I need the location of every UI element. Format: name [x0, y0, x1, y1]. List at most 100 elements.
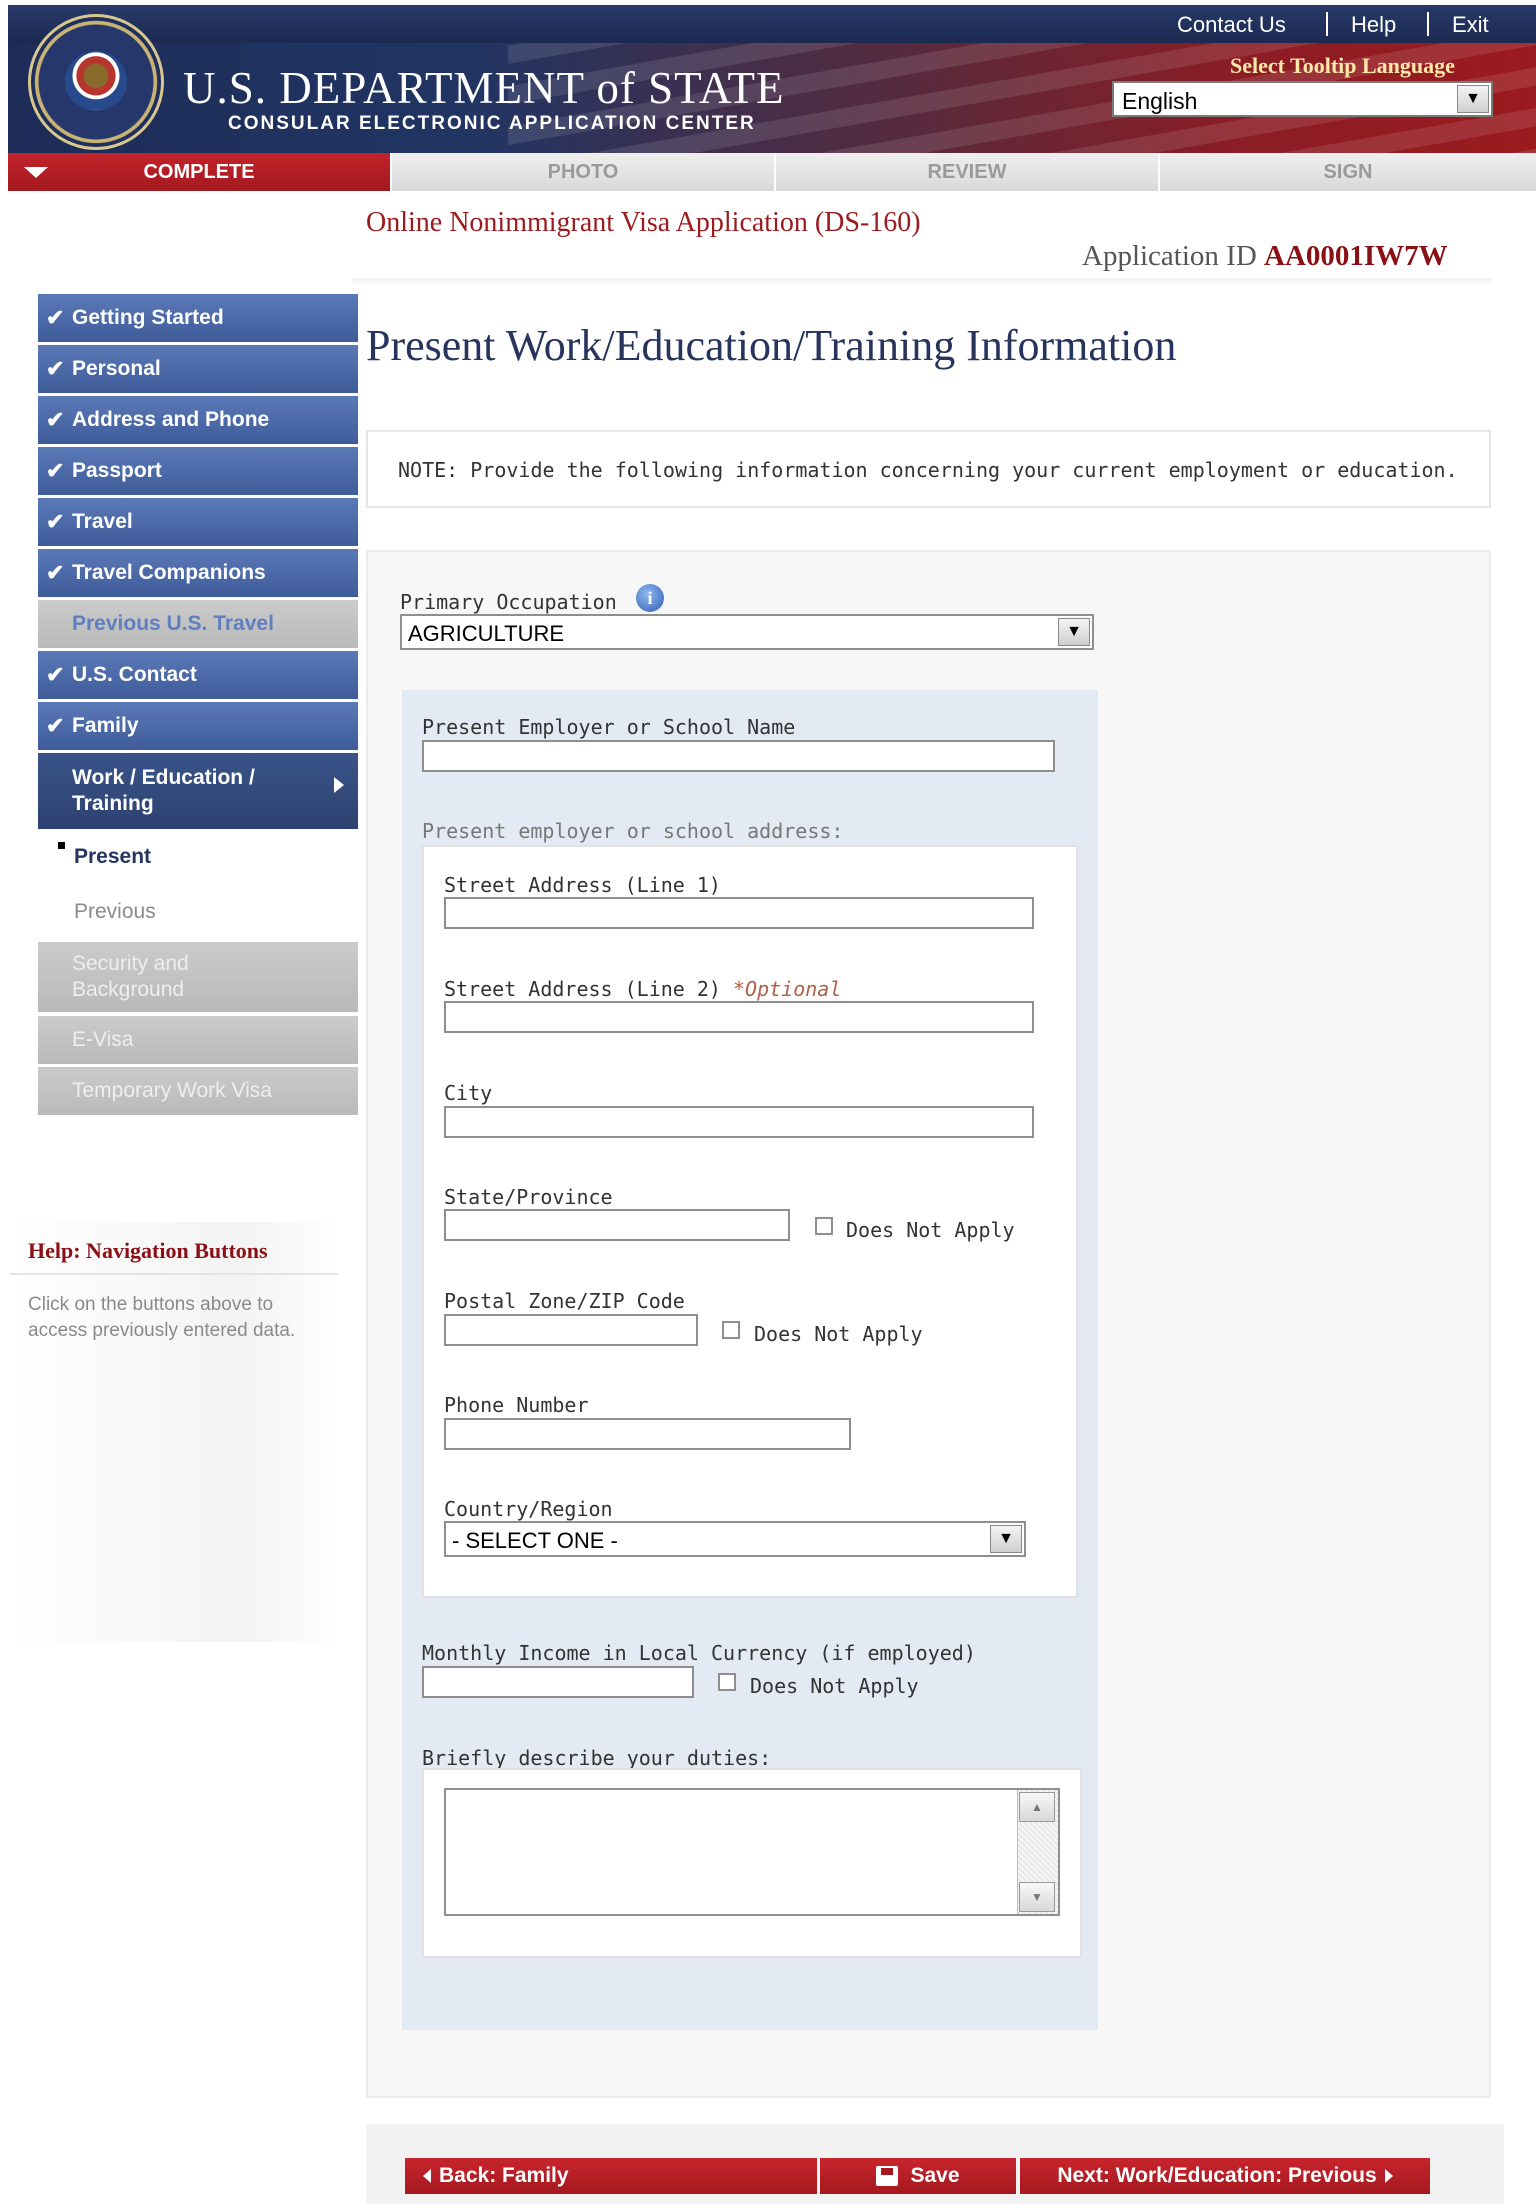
street-line2-label: Street Address (Line 2) *Optional	[444, 977, 841, 1001]
sidebar-item-e-visa: E-Visa	[38, 1016, 358, 1066]
check-icon: ✔	[46, 509, 65, 534]
exit-link[interactable]: Exit	[1452, 12, 1489, 38]
sidebar-item-personal[interactable]: ✔ Personal	[38, 345, 358, 395]
employer-name-label: Present Employer or School Name	[422, 715, 796, 739]
address-heading: Present employer or school address:	[422, 819, 844, 843]
next-button-label: Next: Work/Education: Previous	[1057, 2164, 1377, 2187]
sidebar-subitem-previous[interactable]: Previous	[74, 900, 156, 924]
check-icon: ✔	[46, 407, 65, 432]
back-button-label: Back: Family	[439, 2164, 569, 2187]
primary-occupation-label: Primary Occupation	[400, 590, 617, 614]
bullet-icon	[58, 842, 65, 849]
check-icon: ✔	[46, 560, 65, 585]
save-button-label: Save	[910, 2164, 960, 2187]
sidebar-item-travel[interactable]: ✔ Travel	[38, 498, 358, 548]
sidebar-item-label: Getting Started	[72, 306, 224, 329]
divider	[10, 1273, 338, 1275]
step-photo[interactable]: PHOTO	[392, 153, 776, 191]
sidebar-subitem-present[interactable]: Present	[74, 845, 151, 869]
application-id-label: Application ID	[1082, 240, 1257, 272]
arrow-left-icon	[423, 2169, 431, 2184]
employer-name-input[interactable]	[422, 740, 1055, 772]
sidebar-item-work-education-training[interactable]: Work / Education / Training	[38, 753, 358, 829]
sidebar-item-family[interactable]: ✔ Family	[38, 702, 358, 752]
tooltip-language-select[interactable]: English ▼	[1112, 81, 1493, 117]
page-title: Present Work/Education/Training Informat…	[366, 321, 1177, 370]
state-province-input[interactable]	[444, 1209, 790, 1241]
sidebar-item-label: E-Visa	[72, 1028, 134, 1051]
department-title: U.S. DEPARTMENT of STATE	[183, 63, 785, 113]
sidebar-item-travel-companions[interactable]: ✔ Travel Companions	[38, 549, 358, 599]
primary-occupation-value: AGRICULTURE	[408, 621, 565, 646]
chevron-down-icon[interactable]: ▼	[1058, 618, 1090, 646]
country-region-select[interactable]: - SELECT ONE - ▼	[444, 1521, 1026, 1557]
step-sign[interactable]: SIGN	[1160, 153, 1536, 191]
street-line2-input[interactable]	[444, 1001, 1034, 1033]
link-separator	[1326, 12, 1328, 36]
city-label: City	[444, 1081, 493, 1105]
help-panel	[10, 1222, 340, 1642]
application-id: Application ID AA0001IW7W	[1082, 240, 1448, 273]
street-line1-input[interactable]	[444, 897, 1034, 929]
scroll-up-icon[interactable]: ▲	[1019, 1792, 1055, 1822]
step-complete[interactable]: COMPLETE	[8, 153, 392, 191]
chevron-down-icon[interactable]: ▼	[1457, 85, 1489, 113]
sidebar-item-label: Temporary Work Visa	[72, 1079, 272, 1102]
chevron-down-icon[interactable]: ▼	[990, 1525, 1022, 1553]
application-title: Online Nonimmigrant Visa Application (DS…	[366, 207, 921, 238]
check-icon: ✔	[46, 713, 65, 738]
step-review[interactable]: REVIEW	[776, 153, 1160, 191]
help-text: Click on the buttons above to access pre…	[28, 1294, 296, 1341]
primary-occupation-select[interactable]: AGRICULTURE ▼	[400, 614, 1094, 650]
help-link[interactable]: Help	[1351, 12, 1396, 38]
tooltip-language-value: English	[1122, 88, 1198, 114]
city-input[interactable]	[444, 1106, 1034, 1138]
back-button[interactable]: Back: Family	[405, 2158, 817, 2194]
postal-does-not-apply-label: Does Not Apply	[754, 1322, 923, 1346]
save-button[interactable]: Save	[820, 2158, 1016, 2194]
step-label: SIGN	[1323, 161, 1373, 183]
phone-number-input[interactable]	[444, 1418, 851, 1450]
caret-down-icon	[24, 167, 48, 178]
step-label: REVIEW	[927, 161, 1007, 183]
arrow-right-icon	[1384, 2169, 1393, 2184]
scroll-down-icon[interactable]: ▼	[1019, 1882, 1055, 1912]
monthly-income-input[interactable]	[422, 1666, 694, 1698]
street-line2-label-text: Street Address (Line 2)	[444, 977, 721, 1001]
check-icon: ✔	[46, 458, 65, 483]
department-subtitle: CONSULAR ELECTRONIC APPLICATION CENTER	[228, 113, 756, 134]
next-button[interactable]: Next: Work/Education: Previous	[1020, 2158, 1430, 2194]
income-does-not-apply-label: Does Not Apply	[750, 1674, 919, 1698]
postal-code-input[interactable]	[444, 1314, 698, 1346]
department-seal-logo	[28, 14, 164, 150]
caret-right-icon	[334, 777, 344, 793]
info-icon[interactable]: i	[636, 584, 664, 612]
sidebar-item-label: Previous U.S. Travel	[72, 612, 274, 635]
sidebar-item-passport[interactable]: ✔ Passport	[38, 447, 358, 497]
scrollbar[interactable]: ▲ ▼	[1017, 1790, 1058, 1914]
sidebar-item-label: Personal	[72, 357, 161, 380]
country-region-value: - SELECT ONE -	[452, 1528, 618, 1553]
postal-does-not-apply-checkbox[interactable]	[722, 1321, 740, 1339]
phone-number-label: Phone Number	[444, 1393, 589, 1417]
sidebar-item-address-and-phone[interactable]: ✔ Address and Phone	[38, 396, 358, 446]
state-does-not-apply-checkbox[interactable]	[815, 1217, 833, 1235]
sidebar-item-label: Family	[72, 714, 139, 737]
sidebar-item-label: Travel Companions	[72, 561, 266, 584]
note-box: NOTE: Provide the following information …	[366, 430, 1491, 508]
state-province-label: State/Province	[444, 1185, 613, 1209]
sidebar-item-label: Work / Education / Training	[72, 766, 255, 815]
monthly-income-label: Monthly Income in Local Currency (if emp…	[422, 1641, 976, 1665]
sidebar-item-getting-started[interactable]: ✔ Getting Started	[38, 294, 358, 344]
state-does-not-apply-label: Does Not Apply	[846, 1218, 1015, 1242]
sidebar-item-label: U.S. Contact	[72, 663, 197, 686]
progress-steps: COMPLETE PHOTO REVIEW SIGN	[8, 153, 1536, 191]
duties-textarea[interactable]: ▲ ▼	[444, 1788, 1060, 1916]
step-label: COMPLETE	[143, 161, 255, 183]
sidebar-item-us-contact[interactable]: ✔ U.S. Contact	[38, 651, 358, 701]
step-label: PHOTO	[547, 161, 619, 183]
sidebar-item-label: Travel	[72, 510, 133, 533]
income-does-not-apply-checkbox[interactable]	[718, 1673, 736, 1691]
sidebar-item-previous-us-travel[interactable]: Previous U.S. Travel	[38, 600, 358, 650]
contact-us-link[interactable]: Contact Us	[1177, 12, 1286, 38]
